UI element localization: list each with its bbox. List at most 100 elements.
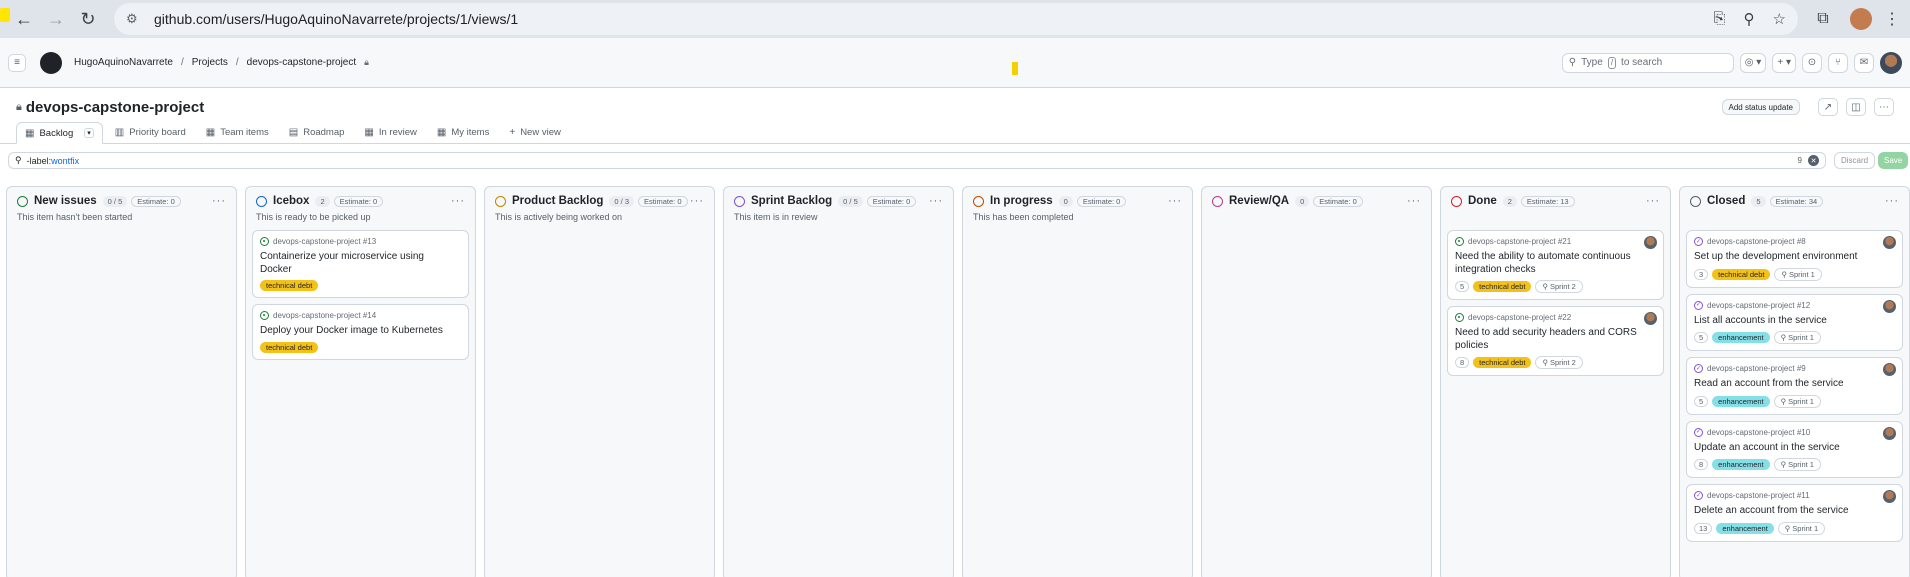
issue-card[interactable]: ✓ devops-capstone-project #10 Update an a… [1686,420,1903,478]
label-badge[interactable]: enhancement [1712,395,1770,407]
issue-card[interactable]: ✓ devops-capstone-project #9 Read an acco… [1686,357,1903,415]
more-options-icon[interactable]: ⋯ [1874,98,1894,116]
issue-title[interactable]: Set up the development environment [1694,251,1895,264]
tab-backlog[interactable]: ▦ Backlog ▾ [16,122,103,144]
column-estimate: Estimate: 0 [866,195,917,207]
filter-input[interactable]: ⚲ -label:wontfix 9 ✕ [8,152,1826,169]
inbox-icon: ✉ [1859,57,1869,68]
issues-button[interactable]: ⊙ [1802,52,1822,73]
forward-arrow-icon[interactable]: → [40,3,72,35]
tab-team-items[interactable]: ▦ Team items [198,121,277,143]
discard-button[interactable]: Discard [1834,152,1876,169]
browser-profile-avatar[interactable] [1850,8,1872,30]
new-view-button[interactable]: + New view [501,121,569,143]
label-badge[interactable]: technical debt [1473,357,1532,368]
status-circle-icon [1451,195,1462,207]
pull-requests-button[interactable]: ⑂ [1828,52,1848,73]
issue-title[interactable]: Update an account in the service [1694,442,1895,455]
column-menu-icon[interactable]: ··· [1407,195,1421,207]
assignee-avatar[interactable] [1644,236,1657,249]
sprint-badge: ⚲ Sprint 2 [1535,280,1583,293]
issue-card[interactable]: ✓ devops-capstone-project #8 Set up the d… [1686,230,1903,288]
side-panel-icon[interactable]: ◫ [1846,98,1866,116]
assignee-avatar[interactable] [1644,312,1657,325]
issue-title[interactable]: List all accounts in the service [1694,315,1895,328]
tab-label: Priority board [129,126,186,138]
breadcrumb-user[interactable]: HugoAquinoNavarrete [74,57,173,68]
breadcrumb-separator: / [180,57,184,68]
assignee-avatar[interactable] [1883,363,1896,376]
column-header: Closed 5 Estimate: 34 ··· [1686,193,1903,209]
breadcrumb-project[interactable]: devops-capstone-project [247,57,357,68]
reload-icon[interactable]: ↻ [72,3,104,35]
breadcrumb-projects[interactable]: Projects [192,57,228,68]
add-status-update-button[interactable]: Add status update [1721,99,1800,115]
inbox-button[interactable]: ✉ [1854,52,1874,73]
closed-issue-icon: ✓ [1694,300,1703,310]
hamburger-menu-icon[interactable]: ≡ [8,53,26,72]
github-logo-icon[interactable] [40,51,62,74]
install-app-icon[interactable]: ⎘ [1714,10,1726,28]
issue-title[interactable]: Deploy your Docker image to Kubernetes [260,325,461,338]
copilot-button[interactable]: ◎ ▾ [1739,52,1767,73]
search-input[interactable]: ⚲ Type / to search [1561,52,1734,73]
url-text[interactable]: github.com/users/HugoAquinoNavarrete/pro… [154,11,518,27]
user-avatar[interactable] [1880,51,1902,74]
address-bar[interactable]: ⚙ github.com/users/HugoAquinoNavarrete/p… [114,3,1798,35]
issue-card[interactable]: devops-capstone-project #14 Deploy your … [252,304,469,360]
clear-filter-icon[interactable]: ✕ [1808,155,1819,166]
column-header: Icebox 2 Estimate: 0 ··· [252,193,469,209]
label-badge[interactable]: technical debt [1712,268,1771,280]
tab-in-review[interactable]: ▦ In review [356,121,424,143]
tab-roadmap[interactable]: ▤ Roadmap [281,121,353,143]
column-menu-icon[interactable]: ··· [451,195,465,207]
issue-title[interactable]: Delete an account from the service [1694,505,1895,518]
create-new-button[interactable]: + ▾ [1772,52,1796,73]
column-menu-icon[interactable]: ··· [1646,195,1660,207]
save-button[interactable]: Save [1878,152,1909,169]
card-meta: 3 technical debt ⚲ Sprint 1 [1694,267,1895,281]
column-menu-icon[interactable]: ··· [212,195,226,207]
issue-title[interactable]: Read an account from the service [1694,378,1895,391]
issue-card[interactable]: ✓ devops-capstone-project #12 List all ac… [1686,293,1903,351]
label-badge[interactable]: technical debt [260,341,319,353]
site-info-icon[interactable]: ⚙ [126,11,146,27]
filter-query[interactable]: -label:wontfix [27,156,80,166]
status-circle-icon [734,195,745,207]
tab-label: Backlog [39,127,74,139]
label-badge[interactable]: technical debt [260,280,319,291]
label-badge[interactable]: technical debt [1473,281,1532,292]
tab-my-items[interactable]: ▦ My items [429,121,497,143]
issue-title[interactable]: Containerize your microservice using Doc… [260,251,461,276]
assignee-avatar[interactable] [1883,490,1896,503]
bookmark-star-icon[interactable]: ☆ [1773,10,1786,28]
issue-reference: devops-capstone-project #12 [1707,300,1811,310]
label-badge[interactable]: enhancement [1712,332,1770,343]
assignee-avatar[interactable] [1883,426,1896,440]
iteration-icon: ⚲ [1781,269,1787,279]
zoom-icon[interactable]: ⚲ [1744,10,1755,28]
column-menu-icon[interactable]: ··· [690,195,704,207]
back-arrow-icon[interactable]: ← [8,3,40,35]
issue-card[interactable]: devops-capstone-project #22 Need to add … [1447,306,1664,376]
label-badge[interactable]: enhancement [1712,459,1770,470]
column-menu-icon[interactable]: ··· [929,195,943,207]
issue-card[interactable]: devops-capstone-project #13 Containerize… [252,230,469,298]
issue-reference: devops-capstone-project #9 [1707,364,1806,373]
insights-icon[interactable]: ↗ [1818,98,1838,116]
issue-title[interactable]: Need to add security headers and CORS po… [1455,327,1656,352]
filter-search-icon: ⚲ [15,155,22,165]
issue-card[interactable]: ✓ devops-capstone-project #11 Delete an a… [1686,484,1903,542]
label-badge[interactable]: enhancement [1716,522,1774,534]
chevron-down-icon[interactable]: ▾ [84,128,94,138]
extensions-icon[interactable]: ⧉ [1806,10,1840,28]
assignee-avatar[interactable] [1883,236,1896,249]
column-menu-icon[interactable]: ··· [1885,195,1899,207]
sprint-label: Sprint 1 [1788,460,1814,469]
browser-menu-icon[interactable]: ⋮ [1882,9,1902,29]
issue-title[interactable]: Need the ability to automate continuous … [1455,251,1656,276]
issue-card[interactable]: devops-capstone-project #21 Need the abi… [1447,230,1664,300]
tab-priority-board[interactable]: ▥ Priority board [107,121,194,143]
column-menu-icon[interactable]: ··· [1168,195,1182,207]
assignee-avatar[interactable] [1883,299,1896,313]
